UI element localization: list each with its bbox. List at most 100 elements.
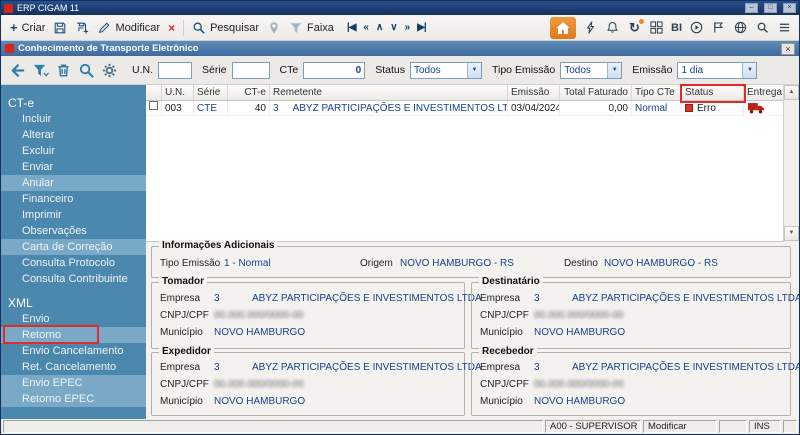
cnpj-label: CNPJ/CPF [160,379,209,390]
sidebar-item-consulta-protocolo[interactable]: Consulta Protocolo [1,255,146,271]
sync-icon[interactable]: ↻ [627,18,644,36]
info-origem-label: Origem [360,258,393,269]
menu-icon[interactable] [777,20,792,36]
sidebar-item-envio[interactable]: Envio [1,311,146,327]
column-header-serie[interactable]: Série [194,85,228,100]
sidebar-item-alterar[interactable]: Alterar [1,127,146,143]
modificar-label: Modificar [115,21,161,34]
municipio-label: Município [480,396,523,407]
faixa-label: Faixa [307,21,334,34]
cnpj-label: CNPJ/CPF [480,379,529,390]
home-icon [556,21,570,34]
column-header-un[interactable]: U.N. [162,85,194,100]
table-row[interactable]: 003 CTE 40 3 ABYZ PARTICIPAÇÕES E INVEST… [146,100,799,116]
empresa-label: Empresa [160,362,201,373]
trash-icon[interactable] [53,60,73,80]
info-origem-value: NOVO HAMBURGO - RS [400,258,514,269]
cnpj-value-obscured: 00.000.000/0000-00 [534,379,624,390]
empresa-codigo-value[interactable]: 3 [214,293,220,304]
empresa-codigo-value[interactable]: 3 [214,362,220,373]
row-checkbox[interactable] [149,100,158,110]
funnel-icon [290,22,302,33]
bell-icon[interactable] [605,20,620,36]
sidebar-item-observacoes[interactable]: Observações [1,223,146,239]
panel-recebedor: Recebedor Empresa 3 ABYZ PARTICIPAÇÕES E… [471,346,799,416]
criar-button[interactable]: + Criar [6,19,49,37]
statusbar-grip [783,420,797,433]
column-header-status[interactable]: Status [682,85,744,100]
sidebar-item-financeiro[interactable]: Financeiro [1,191,146,207]
serie-input[interactable] [231,61,270,79]
scroll-down-icon[interactable]: ▼ [784,226,799,241]
maximize-button[interactable]: □ [764,3,777,13]
window-close-button[interactable]: × [781,42,795,55]
home-button[interactable] [550,16,576,39]
empresa-codigo-value[interactable]: 3 [534,293,540,304]
column-header-tipo-cte[interactable]: Tipo CTe [632,85,682,100]
back-arrow-icon[interactable] [7,60,27,80]
modificar-button[interactable]: Modificar [93,18,164,38]
search-toolbar-icon[interactable] [755,20,770,36]
play-circle-icon[interactable] [689,20,704,36]
window-logo-icon [5,44,14,53]
nav-next-button[interactable]: » [402,20,413,35]
filter-funnel-icon[interactable] [30,60,50,80]
globe-icon[interactable] [733,20,748,36]
gear-icon[interactable] [99,60,119,80]
sidebar-item-ret-cancelamento[interactable]: Ret. Cancelamento [1,359,146,375]
bi-button[interactable]: BI [671,22,682,34]
column-header-emissao[interactable]: Emissão [508,85,560,100]
column-header-entrega[interactable]: Entrega [744,85,783,100]
minimize-button[interactable]: – [745,3,758,13]
close-button[interactable]: × [783,3,796,13]
salvar-button[interactable] [49,18,71,38]
scroll-up-icon[interactable]: ▲ [784,85,799,100]
vertical-scrollbar[interactable]: ▲ ▼ [783,85,799,242]
excluir-button[interactable]: × [164,19,179,37]
sidebar-item-imprimir[interactable]: Imprimir [1,207,146,223]
sidebar-item-retorno-epec[interactable]: Retorno EPEC [1,391,146,407]
emissao-select[interactable]: 1 dia ▼ [677,61,758,79]
sidebar-item-envio-cancelamento[interactable]: Envio Cancelamento [1,343,146,359]
pesquisar-button[interactable]: Pesquisar [188,18,263,38]
cell-total-faturado: 0,00 [560,100,632,116]
column-header-remetente[interactable]: Remetente [270,85,508,100]
empresa-codigo-value[interactable]: 3 [534,362,540,373]
column-header-total-faturado[interactable]: Total Faturado [560,85,632,100]
flag-icon[interactable] [711,20,726,36]
sidebar-item-carta-de-correcao[interactable]: Carta de Correção [1,239,146,255]
nav-last-button[interactable]: ▶| [414,20,429,35]
sidebar-item-excluir[interactable]: Excluir [1,143,146,159]
salvar-e-criar-button[interactable] [71,18,93,38]
app-window: ERP CIGAM 11 – □ × + Criar Modificar × P… [0,0,800,435]
sidebar-item-retorno[interactable]: Retorno [1,327,146,343]
search-icon [193,22,205,34]
sidebar-item-anular[interactable]: Anular [1,175,146,191]
grid-header-row: U.N. Série CT-e Remetente Emissão Total … [146,85,799,101]
cte-input[interactable] [303,61,366,79]
search-filter-icon[interactable] [76,60,96,80]
column-header-cte[interactable]: CT-e [228,85,270,100]
info-tipo-emissao-value: 1 - Normal [224,258,271,269]
faixa-button[interactable]: Faixa [285,18,338,38]
emissao-label: Emissão [632,64,673,76]
localizacao-button[interactable] [263,18,285,38]
app-title: ERP CIGAM 11 [17,3,80,13]
nav-first-button[interactable]: |◀ [344,20,359,35]
nav-down-button[interactable]: ∨ [387,20,399,35]
sidebar-item-consulta-contribuinte[interactable]: Consulta Contribuinte [1,271,146,287]
nav-prev-button[interactable]: « [360,20,371,35]
info-destino-value: NOVO HAMBURGO - RS [604,258,718,269]
un-input[interactable] [158,61,192,79]
tipo-emissao-select[interactable]: Todos ▼ [560,61,623,79]
save-icon [55,22,66,33]
nav-up-button[interactable]: ∧ [373,20,385,35]
status-select[interactable]: Todos ▼ [409,61,482,79]
apps-grid-icon[interactable] [649,20,664,36]
panel-tomador: Tomador Empresa 3 ABYZ PARTICIPAÇÕES E I… [151,276,482,349]
sidebar-item-incluir[interactable]: Incluir [1,111,146,127]
sidebar: CT-e Incluir Alterar Excluir Enviar Anul… [1,85,146,419]
sidebar-item-envio-epec[interactable]: Envio EPEC [1,375,146,391]
sidebar-item-enviar[interactable]: Enviar [1,159,146,175]
lightning-icon[interactable] [583,20,598,36]
